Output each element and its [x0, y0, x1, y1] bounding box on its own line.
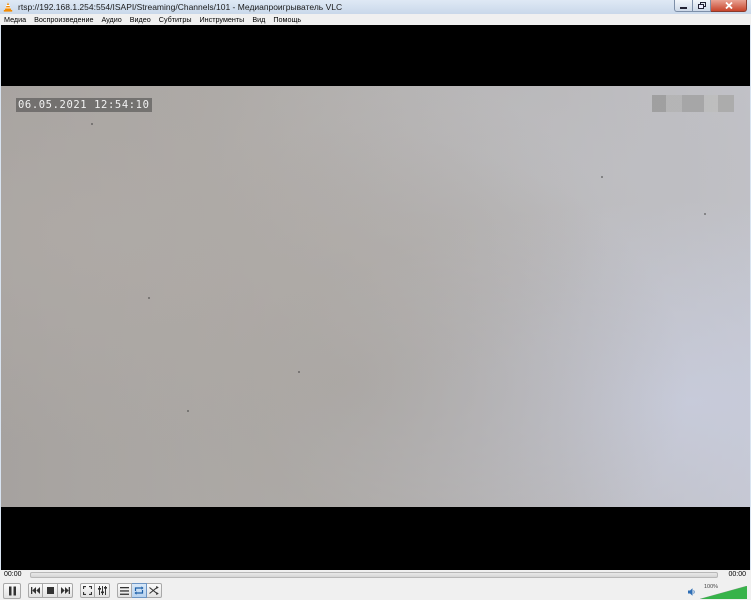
time-total[interactable]: 00:00 — [728, 571, 746, 578]
control-buttons — [3, 582, 162, 599]
fullscreen-icon — [83, 586, 92, 595]
lens-speck — [187, 410, 189, 412]
video-frame[interactable]: 06.05.2021 12:54:10 — [1, 86, 750, 507]
playlist-icon — [120, 586, 129, 595]
playback-controls: 00:00 00:00 100% — [0, 570, 751, 600]
maximize-icon — [697, 2, 706, 9]
extended-settings-icon — [97, 586, 107, 595]
next-icon — [60, 587, 70, 594]
speaker-icon[interactable] — [688, 588, 696, 599]
loop-icon — [134, 586, 144, 595]
seek-slider[interactable] — [30, 572, 718, 578]
menu-video[interactable]: Видео — [130, 15, 151, 24]
menu-playback[interactable]: Воспроизведение — [34, 15, 93, 24]
shuffle-icon — [149, 586, 159, 595]
close-button[interactable] — [711, 0, 747, 12]
fullscreen-button[interactable] — [80, 583, 95, 598]
playlist-group — [117, 583, 162, 598]
shuffle-button[interactable] — [147, 583, 162, 598]
playlist-button[interactable] — [117, 583, 132, 598]
menu-help[interactable]: Помощь — [273, 15, 301, 24]
lens-speck — [148, 297, 150, 299]
lens-speck — [601, 176, 603, 178]
minimize-icon — [680, 7, 687, 9]
next-button[interactable] — [58, 583, 73, 598]
vlc-cone-icon — [3, 2, 13, 12]
menu-bar: Медиа Воспроизведение Аудио Видео Субтит… — [0, 14, 751, 25]
lens-speck — [298, 371, 300, 373]
menu-tools[interactable]: Инструменты — [200, 15, 245, 24]
menu-view[interactable]: Вид — [252, 15, 265, 24]
menu-media[interactable]: Медиа — [4, 15, 26, 24]
menu-audio[interactable]: Аудио — [101, 15, 121, 24]
volume-control: 100% — [688, 583, 748, 599]
pause-icon — [8, 586, 16, 595]
stop-button[interactable] — [43, 583, 58, 598]
view-group — [80, 583, 110, 598]
pause-button[interactable] — [3, 582, 21, 599]
close-icon — [724, 2, 733, 9]
transport-group — [28, 583, 73, 598]
time-elapsed[interactable]: 00:00 — [4, 571, 22, 578]
osd-channel-name-blurred — [652, 95, 734, 112]
menu-subtitles[interactable]: Субтитры — [159, 15, 192, 24]
video-area[interactable]: 06.05.2021 12:54:10 — [1, 25, 750, 570]
title-bar[interactable]: rtsp://192.168.1.254:554/ISAPI/Streaming… — [0, 0, 751, 14]
minimize-button[interactable] — [674, 0, 693, 12]
extended-settings-button[interactable] — [95, 583, 110, 598]
previous-button[interactable] — [28, 583, 43, 598]
maximize-button[interactable] — [693, 0, 711, 12]
osd-timestamp: 06.05.2021 12:54:10 — [16, 98, 152, 112]
volume-percent: 100% — [704, 584, 719, 590]
previous-icon — [31, 587, 40, 594]
loop-button[interactable] — [132, 583, 147, 598]
lens-speck — [704, 213, 706, 215]
lens-speck — [91, 123, 93, 125]
window-title: rtsp://192.168.1.254:554/ISAPI/Streaming… — [18, 2, 343, 12]
stop-icon — [46, 587, 54, 594]
window-controls — [674, 0, 747, 12]
